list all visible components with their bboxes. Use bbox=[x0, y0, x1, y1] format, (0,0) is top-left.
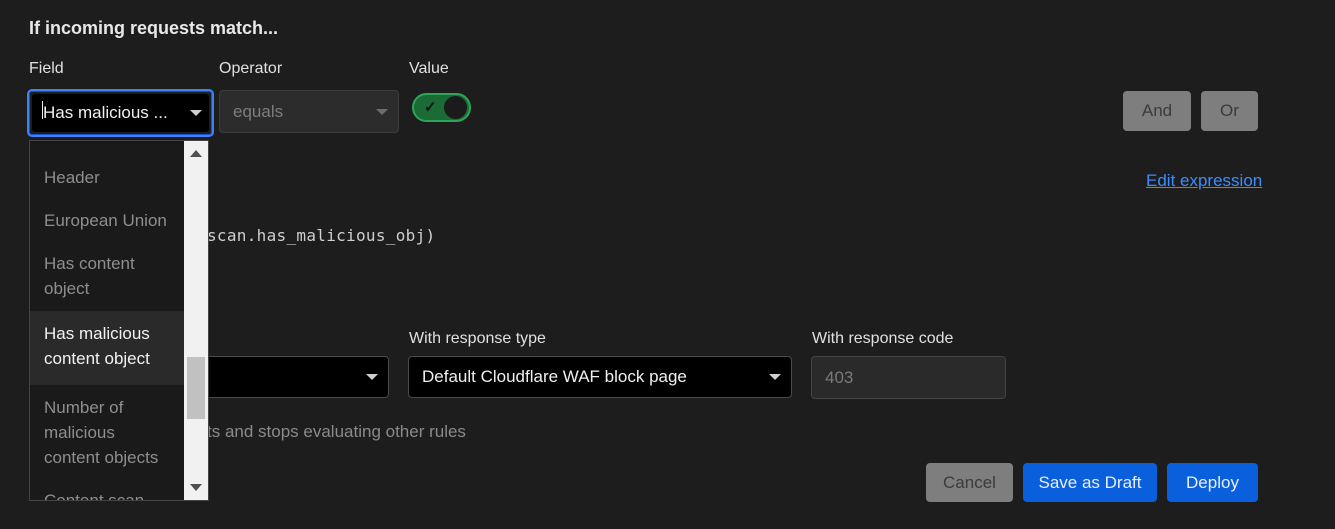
scroll-up-arrow-icon[interactable] bbox=[190, 150, 202, 157]
save-draft-button[interactable]: Save as Draft bbox=[1023, 463, 1157, 502]
response-type-value: Default Cloudflare WAF block page bbox=[422, 367, 687, 386]
field-dropdown-menu[interactable]: Header European Union Has content object… bbox=[29, 140, 209, 501]
chevron-down-icon bbox=[376, 108, 388, 115]
field-label: Field bbox=[29, 60, 64, 77]
dropdown-option[interactable]: Number of malicious content objects bbox=[30, 385, 184, 480]
response-type-label: With response type bbox=[409, 330, 546, 347]
response-type-select[interactable]: Default Cloudflare WAF block page bbox=[408, 356, 792, 398]
edit-expression-link[interactable]: Edit expression bbox=[1146, 171, 1262, 191]
toggle-knob bbox=[444, 96, 467, 119]
rule-editor: If incoming requests match... Field Oper… bbox=[0, 0, 1335, 529]
response-code-input[interactable]: 403 bbox=[811, 356, 1006, 399]
text-cursor bbox=[42, 101, 43, 119]
action-select[interactable] bbox=[200, 356, 389, 398]
operator-select-value: equals bbox=[233, 101, 284, 121]
cancel-button[interactable]: Cancel bbox=[926, 463, 1013, 502]
dropdown-option-selected[interactable]: Has malicious content object bbox=[30, 311, 184, 385]
value-toggle[interactable]: ✓ bbox=[412, 93, 471, 122]
value-label: Value bbox=[409, 60, 449, 77]
deploy-button[interactable]: Deploy bbox=[1167, 463, 1258, 502]
dropdown-list: Header European Union Has content object… bbox=[30, 164, 184, 500]
expression-preview: scan.has_malicious_obj) bbox=[207, 226, 436, 245]
operator-label: Operator bbox=[219, 60, 283, 77]
dropdown-option[interactable]: Header bbox=[30, 164, 184, 198]
response-code-placeholder: 403 bbox=[825, 367, 854, 387]
field-select[interactable]: Has malicious ... bbox=[27, 89, 214, 137]
dropdown-option[interactable]: Content scan bbox=[30, 480, 184, 500]
chevron-down-icon bbox=[190, 110, 202, 116]
chevron-down-icon bbox=[769, 374, 781, 380]
check-icon: ✓ bbox=[424, 99, 437, 116]
scroll-down-arrow-icon[interactable] bbox=[190, 484, 202, 491]
field-select-value: Has malicious ... bbox=[43, 103, 168, 122]
dropdown-option[interactable]: European Union bbox=[30, 208, 184, 241]
helper-text: ts and stops evaluating other rules bbox=[207, 422, 466, 441]
response-code-label: With response code bbox=[812, 330, 954, 347]
and-button[interactable]: And bbox=[1123, 91, 1191, 131]
scrollbar-thumb[interactable] bbox=[187, 357, 205, 419]
or-button[interactable]: Or bbox=[1201, 91, 1258, 131]
section-title: If incoming requests match... bbox=[29, 18, 279, 38]
chevron-down-icon bbox=[366, 374, 378, 380]
operator-select[interactable]: equals bbox=[219, 90, 399, 133]
dropdown-scrollbar[interactable] bbox=[184, 141, 208, 500]
dropdown-option[interactable]: Has content object bbox=[30, 251, 184, 311]
